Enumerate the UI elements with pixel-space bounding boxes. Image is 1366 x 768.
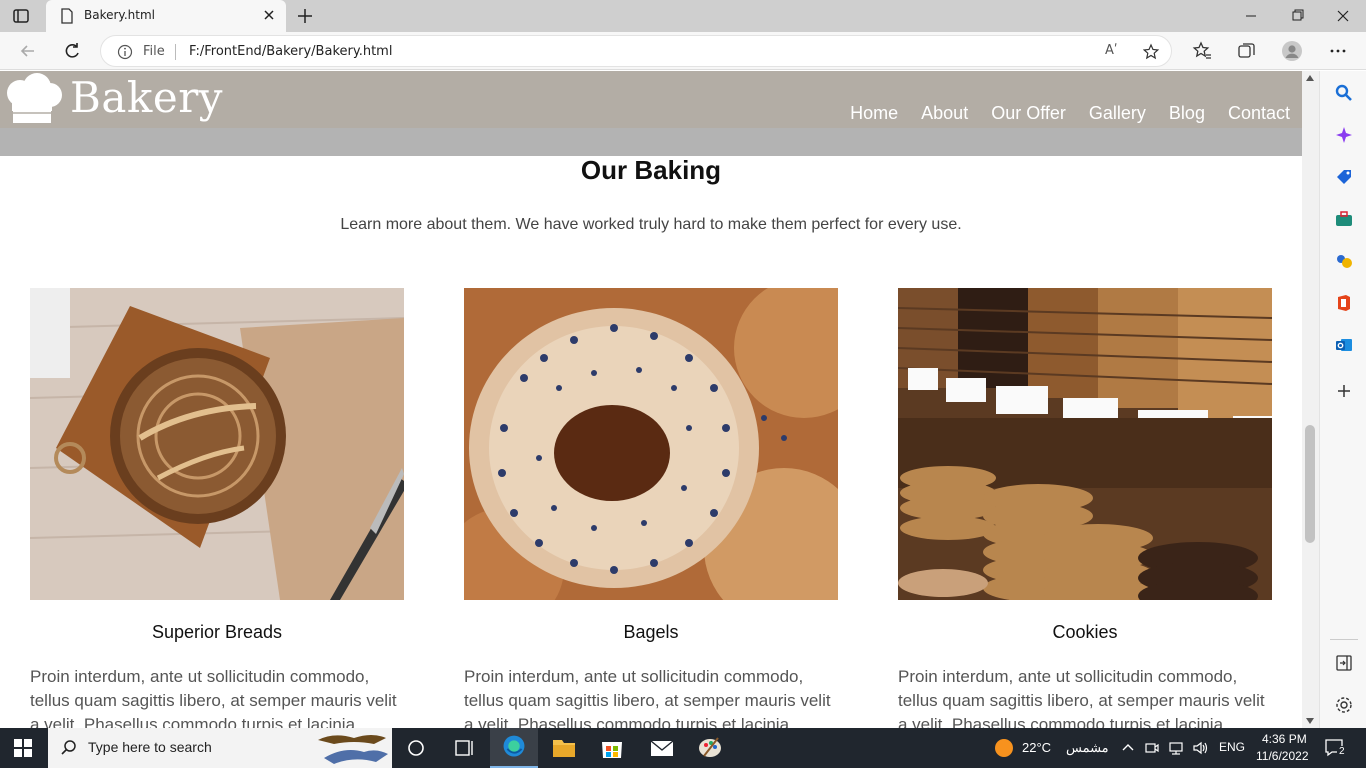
paint-icon[interactable] xyxy=(686,728,734,768)
sidebar-settings-gear-icon[interactable] xyxy=(1334,695,1354,715)
browser-tab-strip: Bakery.html xyxy=(0,0,1366,32)
nav-home[interactable]: Home xyxy=(850,103,898,124)
back-icon[interactable] xyxy=(18,41,38,61)
weather-temp[interactable]: 22°C xyxy=(1022,740,1051,755)
cortana-icon[interactable] xyxy=(392,728,440,768)
edge-taskbar-icon[interactable] xyxy=(490,728,538,768)
card-title: Cookies xyxy=(1052,622,1118,642)
clock-time[interactable]: 4:36 PM xyxy=(1262,732,1307,746)
card-text: Proin interdum, ante ut sollicitudin com… xyxy=(30,667,397,728)
header-band xyxy=(0,128,1302,156)
settings-more-icon[interactable] xyxy=(1328,41,1348,61)
network-icon[interactable] xyxy=(1168,740,1184,756)
profile-avatar-icon[interactable] xyxy=(1282,41,1302,61)
address-prefix: File xyxy=(143,44,165,59)
sidebar-divider xyxy=(1330,639,1358,640)
address-bar[interactable]: File F:/FrontEnd/Bakery/Bakery.html Aʹ xyxy=(100,35,1172,67)
card-title: Bagels xyxy=(623,622,679,642)
search-highlight-image xyxy=(318,735,388,764)
card-text: Proin interdum, ante ut sollicitudin com… xyxy=(464,667,831,728)
site-brand[interactable]: Bakery xyxy=(70,73,223,122)
close-tab-icon[interactable] xyxy=(262,8,276,22)
collections-icon[interactable] xyxy=(1236,41,1256,61)
clock-date[interactable]: 11/6/2022 xyxy=(1256,749,1309,763)
product-card-breads: Superior Breads Proin interdum, ante ut … xyxy=(30,288,404,728)
scroll-up-arrow-icon[interactable] xyxy=(1306,75,1314,81)
task-view-icon[interactable] xyxy=(440,728,488,768)
scroll-down-arrow-icon[interactable] xyxy=(1306,718,1314,724)
restore-icon[interactable] xyxy=(1274,0,1320,32)
read-aloud-icon[interactable]: Aʹ xyxy=(1105,43,1118,58)
tab-actions-icon[interactable] xyxy=(12,7,30,25)
tools-icon[interactable] xyxy=(1334,209,1354,229)
notifications-count: 2 xyxy=(1337,746,1347,757)
card-text: Proin interdum, ante ut sollicitudin com… xyxy=(898,667,1265,728)
cookies-photo xyxy=(898,288,1272,600)
page-viewport: Bakery Home About Our Offer Gallery Blog… xyxy=(0,71,1302,728)
outlook-icon[interactable] xyxy=(1334,335,1354,355)
favorites-icon[interactable] xyxy=(1192,41,1212,61)
section-subtitle: Learn more about them. We have worked tr… xyxy=(340,216,962,233)
new-tab-icon[interactable] xyxy=(296,7,314,25)
product-card-bagels: Bagels Proin interdum, ante ut sollicitu… xyxy=(464,288,838,728)
edge-sidebar xyxy=(1319,71,1366,728)
bread-photo xyxy=(30,288,404,600)
nav-blog[interactable]: Blog xyxy=(1169,103,1205,124)
show-hidden-icons-chevron-icon[interactable] xyxy=(1120,740,1136,756)
browser-toolbar: File F:/FrontEnd/Bakery/Bakery.html Aʹ xyxy=(0,32,1366,70)
address-separator xyxy=(175,44,176,60)
browser-tab[interactable]: Bakery.html xyxy=(46,0,286,32)
chef-hat-logo-icon[interactable] xyxy=(2,73,64,125)
windows-start-icon[interactable] xyxy=(14,739,32,757)
scroll-thumb[interactable] xyxy=(1305,425,1315,543)
nav-contact[interactable]: Contact xyxy=(1228,103,1290,124)
office-icon[interactable] xyxy=(1334,293,1354,313)
site-nav: Home About Our Offer Gallery Blog Contac… xyxy=(850,103,1290,124)
url-text[interactable]: F:/FrontEnd/Bakery/Bakery.html xyxy=(189,44,392,59)
minimize-icon[interactable] xyxy=(1228,0,1274,32)
input-language[interactable]: ENG xyxy=(1219,740,1245,754)
volume-icon[interactable] xyxy=(1192,740,1208,756)
tab-title: Bakery.html xyxy=(84,8,155,22)
weather-condition[interactable]: مشمس xyxy=(1066,740,1109,756)
refresh-icon[interactable] xyxy=(62,41,82,61)
games-icon[interactable] xyxy=(1334,251,1354,271)
search-icon[interactable] xyxy=(1334,83,1354,103)
meet-now-icon[interactable] xyxy=(1144,740,1160,756)
microsoft-store-icon[interactable] xyxy=(588,728,636,768)
product-card-cookies: Cookies Proin interdum, ante ut sollicit… xyxy=(898,288,1272,728)
mail-icon[interactable] xyxy=(638,728,686,768)
weather-sun-icon[interactable] xyxy=(994,738,1014,758)
site-header: Bakery Home About Our Offer Gallery Blog… xyxy=(0,71,1302,128)
bagel-photo xyxy=(464,288,838,600)
page-icon xyxy=(61,8,73,24)
close-window-icon[interactable] xyxy=(1320,0,1366,32)
page-scrollbar[interactable] xyxy=(1302,71,1319,728)
add-favorite-icon[interactable] xyxy=(1143,43,1161,61)
taskbar-search-icon xyxy=(61,740,76,755)
taskbar-search[interactable]: Type here to search xyxy=(48,728,392,768)
file-explorer-icon[interactable] xyxy=(540,728,588,768)
nav-our-offer[interactable]: Our Offer xyxy=(991,103,1066,124)
info-icon[interactable] xyxy=(117,44,133,60)
windows-taskbar: Type here to search 22°C مشمس ENG 4:36 P… xyxy=(0,728,1366,768)
card-title: Superior Breads xyxy=(151,622,283,642)
hide-sidebar-icon[interactable] xyxy=(1334,653,1354,673)
taskbar-search-placeholder: Type here to search xyxy=(88,739,212,755)
nav-gallery[interactable]: Gallery xyxy=(1089,103,1146,124)
copilot-sparkle-icon[interactable] xyxy=(1334,125,1354,145)
section-title: Our Baking xyxy=(580,155,722,185)
nav-about[interactable]: About xyxy=(921,103,968,124)
shopping-tag-icon[interactable] xyxy=(1334,167,1354,187)
add-icon[interactable] xyxy=(1334,381,1354,401)
